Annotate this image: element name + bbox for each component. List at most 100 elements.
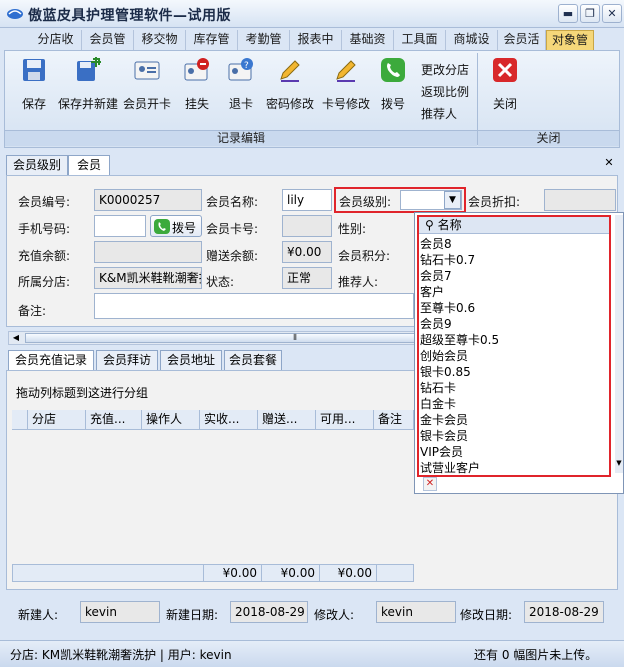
tab-member-form[interactable]: 会员 — [68, 155, 110, 175]
tab-addresses[interactable]: 会员地址 — [160, 350, 222, 370]
list-item[interactable]: 钻石卡0.7 — [420, 252, 475, 268]
referrer-link[interactable]: 推荐人 — [421, 105, 457, 122]
close-window-button[interactable]: ✕ — [602, 4, 622, 23]
save-and-new-button[interactable]: 保存并新建 — [57, 57, 119, 119]
list-item[interactable]: VIP会员 — [420, 444, 463, 460]
store-label: 所属分店: — [18, 275, 71, 289]
dial-button[interactable]: 拨号 — [375, 57, 411, 119]
member-name-field[interactable]: lily — [282, 189, 332, 211]
list-item[interactable]: 会员9 — [420, 316, 452, 332]
svg-text:?: ? — [244, 61, 249, 71]
member-open-card-label: 会员开卡 — [122, 97, 171, 111]
list-item[interactable]: 银卡会员 — [420, 428, 468, 444]
close-tab-icon[interactable]: ✕ — [602, 156, 616, 170]
column-gift[interactable]: 赠送... — [258, 410, 316, 430]
tab-member[interactable]: 会员管 — [82, 30, 134, 50]
tab-object-manage[interactable]: 对象管 — [546, 30, 594, 50]
tab-inventory[interactable]: 库存管 — [186, 30, 238, 50]
column-store[interactable]: 分店 — [28, 410, 86, 430]
app-logo-icon — [7, 9, 23, 19]
column-available[interactable]: 可用... — [316, 410, 374, 430]
card-no-field[interactable] — [282, 215, 332, 237]
gift-balance-field[interactable]: ¥0.00 — [282, 241, 332, 263]
dropdown-scrollbar[interactable] — [615, 215, 623, 473]
tab-member-level[interactable]: 会员级别 — [6, 155, 68, 175]
list-item[interactable]: 白金卡 — [420, 396, 456, 412]
list-item[interactable]: 超级至尊卡0.5 — [420, 332, 499, 348]
list-item[interactable]: 金卡会员 — [420, 412, 468, 428]
tab-recharge-records[interactable]: 会员充值记录 — [8, 350, 94, 370]
tab-reports[interactable]: 报表中 — [290, 30, 342, 50]
creator-label: 新建人: — [18, 608, 59, 622]
list-item[interactable]: 会员7 — [420, 268, 452, 284]
report-loss-button[interactable]: 挂失 — [177, 57, 217, 119]
dropdown-list: ⚲ 名称 会员8 钻石卡0.7 会员7 客户 至尊卡0.6 会员9 超级至尊卡0… — [417, 215, 611, 477]
status-field[interactable]: 正常 — [282, 267, 332, 289]
dial-small-label: 拨号 — [172, 221, 197, 235]
list-item[interactable]: 钻石卡 — [420, 380, 456, 396]
member-name-label: 会员名称: — [206, 195, 259, 209]
change-password-label: 密码修改 — [265, 97, 314, 111]
member-open-card-button[interactable]: 会员开卡 — [121, 57, 173, 119]
close-form-button[interactable]: 关闭 — [485, 57, 525, 119]
clear-selection-icon[interactable]: ✕ — [423, 477, 437, 491]
created-date-label: 新建日期: — [166, 608, 219, 622]
dial-small-button[interactable]: 拨号 — [150, 215, 202, 237]
member-no-field[interactable]: K0000257 — [94, 189, 202, 211]
phone-field[interactable] — [94, 215, 146, 237]
modifier-field[interactable]: kevin — [376, 601, 456, 623]
creator-field[interactable]: kevin — [80, 601, 160, 623]
phone-icon — [381, 58, 405, 82]
save-new-icon — [77, 57, 101, 81]
change-card-number-label: 卡号修改 — [321, 97, 370, 111]
list-item[interactable]: 创始会员 — [420, 348, 468, 364]
column-remark[interactable]: 备注 — [374, 410, 414, 430]
list-item[interactable]: 客户 — [420, 284, 444, 300]
cashback-ratio-link[interactable]: 返现比例 — [421, 83, 469, 100]
remark-label: 备注: — [18, 304, 47, 318]
dropdown-header: ⚲ 名称 — [419, 217, 609, 234]
list-item[interactable]: 试营业客户 — [420, 460, 480, 476]
group-by-hint: 拖动列标题到这进行分组 — [16, 386, 149, 400]
scroll-left-icon[interactable]: ◀ — [9, 332, 23, 344]
gift-balance-label: 赠送余额: — [206, 249, 259, 263]
recharge-field[interactable] — [94, 241, 202, 263]
tab-mall-settings[interactable]: 商城设 — [446, 30, 498, 50]
save-button[interactable]: 保存 — [13, 57, 55, 119]
chevron-down-icon[interactable]: ▼ — [444, 191, 461, 209]
column-received[interactable]: 实收... — [200, 410, 258, 430]
tab-packages[interactable]: 会员套餐 — [224, 350, 282, 370]
discount-field[interactable] — [544, 189, 616, 211]
store-field[interactable]: K&M凯米鞋靴潮奢护 — [94, 267, 202, 289]
remark-field[interactable] — [94, 293, 414, 319]
tab-visits[interactable]: 会员拜访 — [96, 350, 158, 370]
tab-transfer[interactable]: 移交物 — [134, 30, 186, 50]
tab-store[interactable]: 分店收 — [30, 30, 82, 50]
discount-label: 会员折扣: — [468, 195, 521, 209]
member-no-label: 会员编号: — [18, 195, 71, 209]
scroll-down-icon[interactable]: ▼ — [615, 457, 623, 469]
points-label: 会员积分: — [338, 249, 391, 263]
modified-date-field[interactable]: 2018-08-29 — [524, 601, 604, 623]
list-item[interactable]: 银卡0.85 — [420, 364, 471, 380]
tab-member-activity[interactable]: 会员活 — [498, 30, 546, 50]
restore-button[interactable]: ❐ — [580, 4, 600, 23]
change-store-link[interactable]: 更改分店 — [421, 61, 469, 78]
list-item[interactable]: 会员8 — [420, 236, 452, 252]
column-recharge[interactable]: 充值... — [86, 410, 142, 430]
grid-indicator-header — [12, 410, 28, 430]
column-operator[interactable]: 操作人 — [142, 410, 200, 430]
return-card-button[interactable]: ? 退卡 — [221, 57, 261, 119]
binoculars-icon: ⚲ — [425, 218, 434, 232]
tab-tools[interactable]: 工具面 — [394, 30, 446, 50]
tab-basic-data[interactable]: 基础资 — [342, 30, 394, 50]
minimize-button[interactable]: ▬ — [558, 4, 578, 23]
list-item[interactable]: 至尊卡0.6 — [420, 300, 475, 316]
card-no-label: 会员卡号: — [206, 222, 259, 236]
dial-label: 拨号 — [380, 97, 405, 111]
tab-attendance[interactable]: 考勤管 — [238, 30, 290, 50]
report-loss-icon — [184, 58, 209, 81]
created-date-field[interactable]: 2018-08-29 — [230, 601, 308, 623]
change-card-number-button[interactable]: 卡号修改 — [319, 57, 373, 119]
change-password-button[interactable]: 密码修改 — [263, 57, 317, 119]
